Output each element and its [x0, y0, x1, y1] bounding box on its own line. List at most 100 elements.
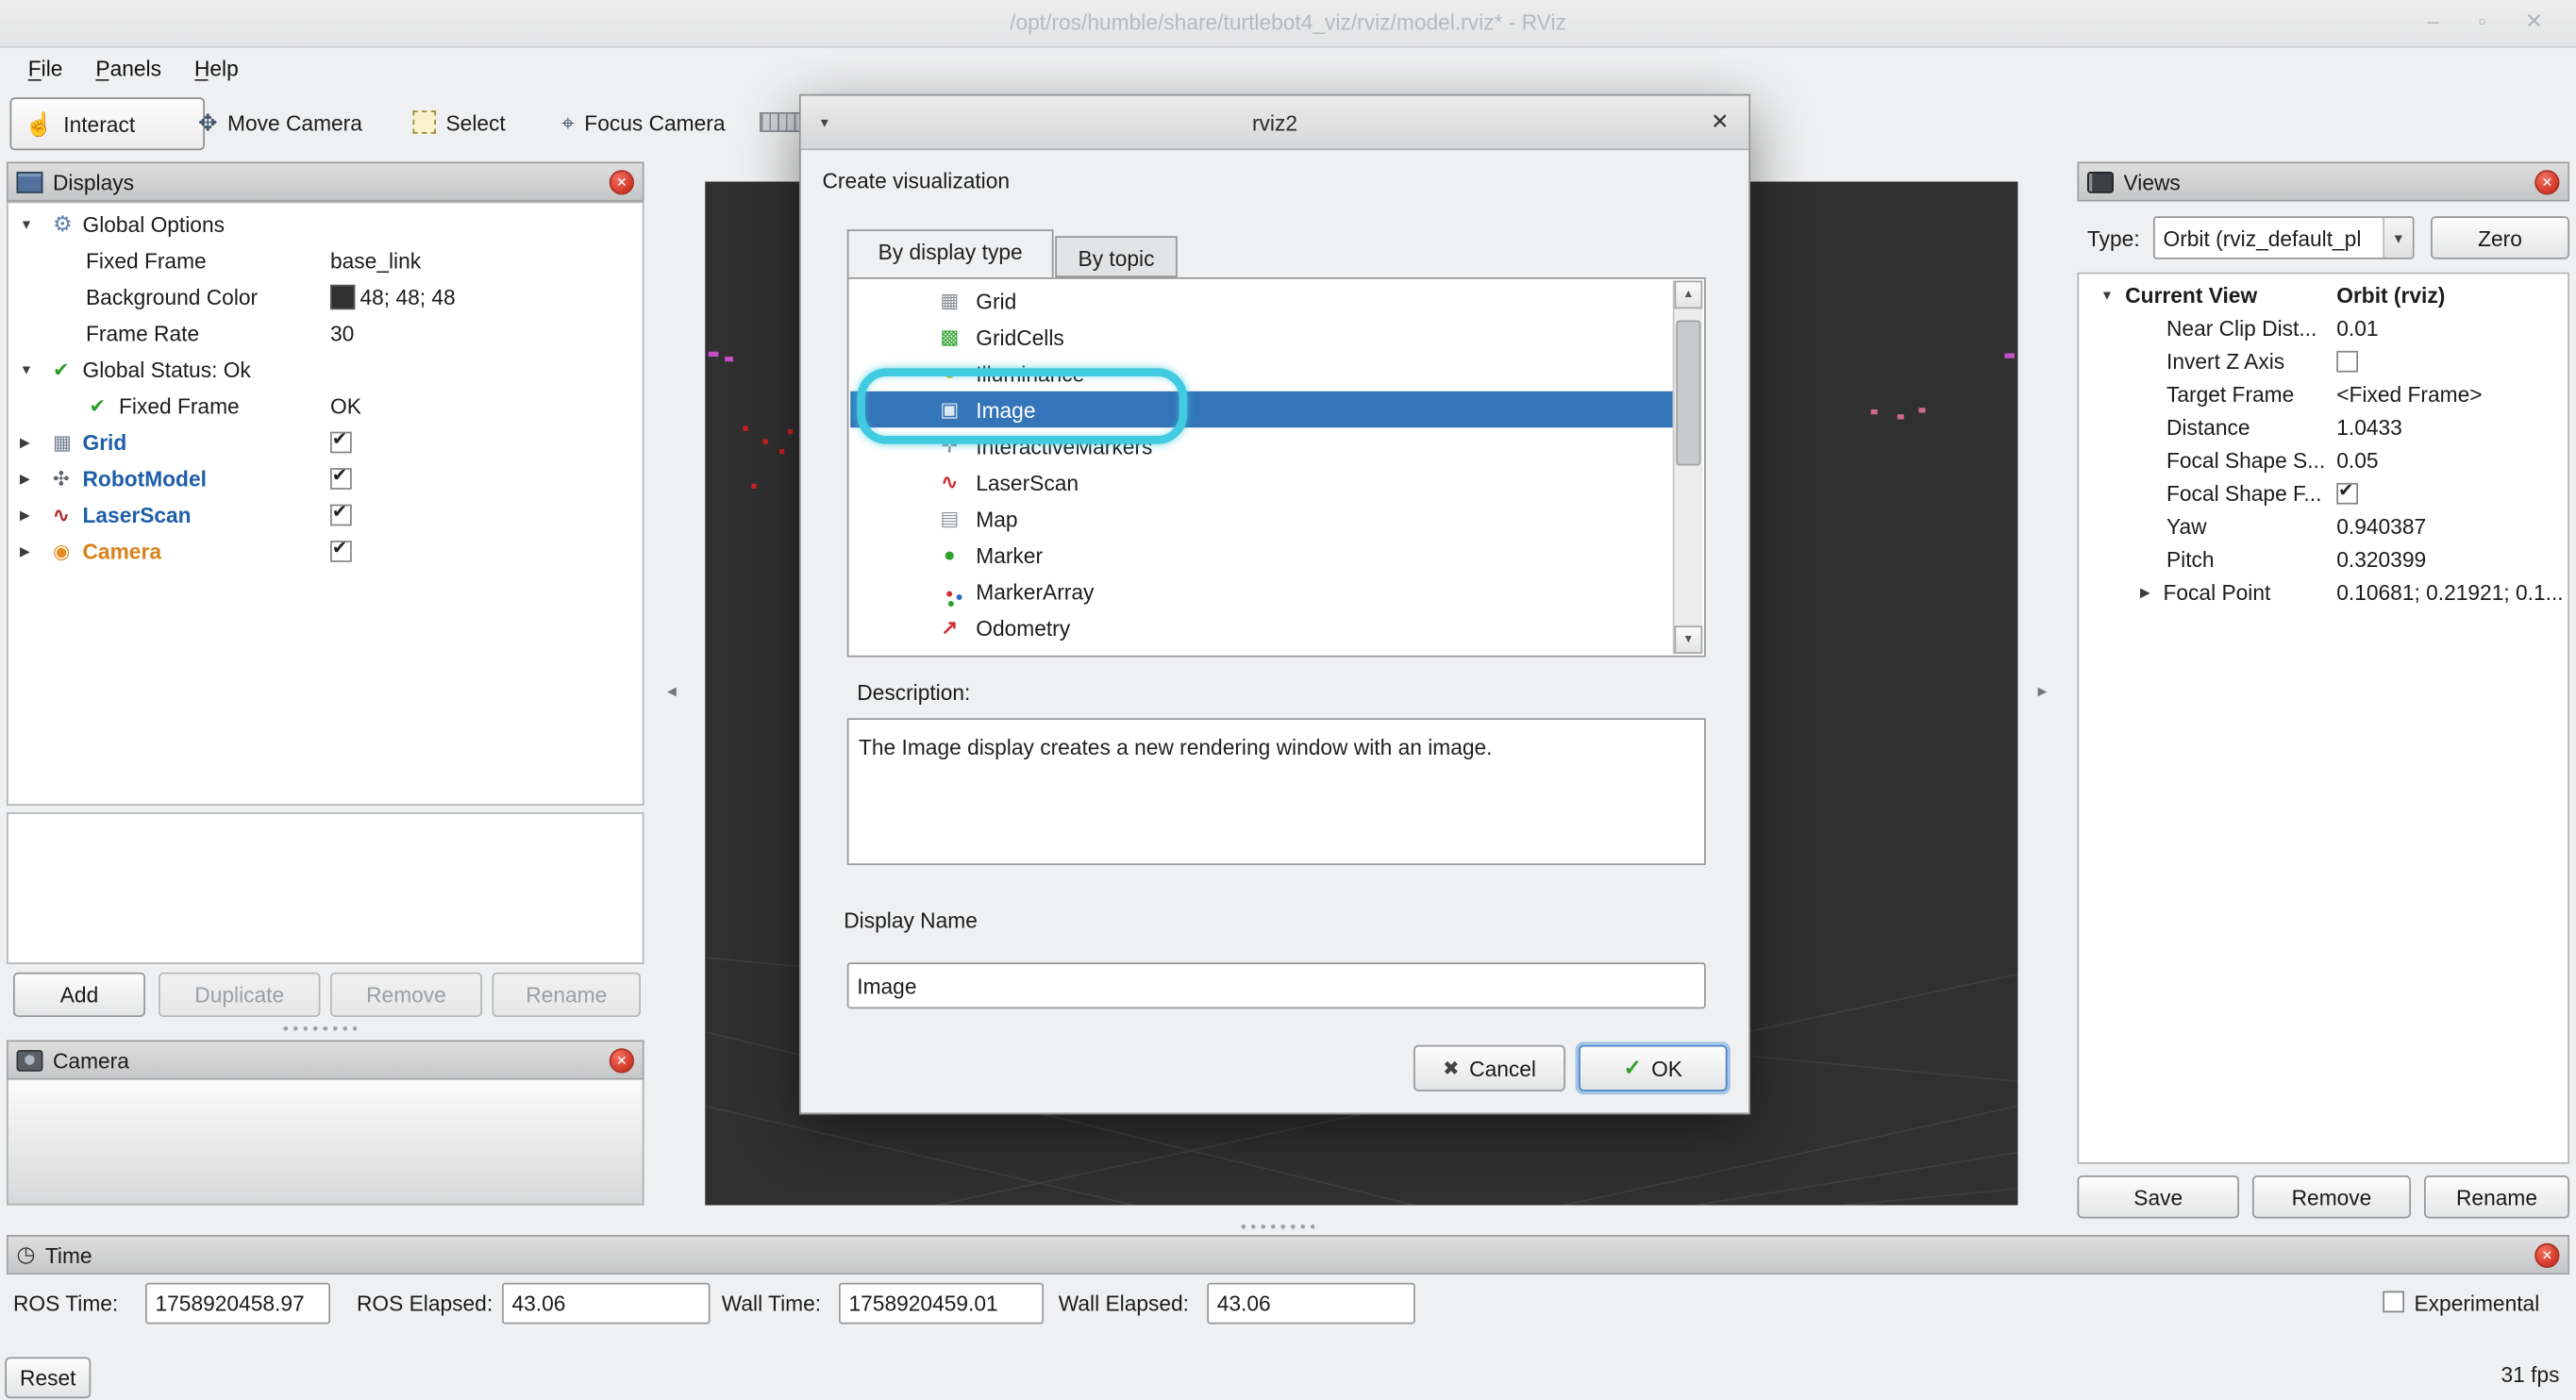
list-item-grid[interactable]: Grid: [850, 282, 1673, 319]
menu-panels[interactable]: Panels: [84, 50, 173, 85]
tree-row-fixed-frame[interactable]: Fixed Frame base_link: [10, 242, 642, 279]
list-item-markerarray[interactable]: MarkerArray: [850, 573, 1673, 609]
camera-panel-header[interactable]: Camera ✕: [7, 1041, 644, 1080]
list-item-gridcells[interactable]: GridCells: [850, 319, 1673, 356]
scrollbar-thumb[interactable]: [1676, 321, 1700, 466]
list-item-image[interactable]: Image: [850, 392, 1673, 428]
tree-row-status-fixed-frame[interactable]: Fixed Frame OK: [10, 388, 642, 425]
list-item-marker[interactable]: Marker: [850, 537, 1673, 574]
tree-row-robotmodel[interactable]: ▶ RobotModel: [10, 460, 642, 497]
view-row-focal-shape-size[interactable]: Focal Shape S... 0.05: [2081, 444, 2567, 477]
view-value[interactable]: <Fixed Frame>: [2336, 382, 2482, 407]
right-splitter-collapse-arrow[interactable]: ▸: [2038, 680, 2048, 702]
interact-tool-button[interactable]: ☝ Interact: [10, 97, 206, 150]
view-value[interactable]: 0.10681; 0.21921; 0.1...: [2336, 580, 2563, 605]
list-item-path[interactable]: Path: [850, 645, 1673, 657]
list-item-interactivemarkers[interactable]: InteractiveMarkers: [850, 427, 1673, 464]
grid-enabled-checkbox[interactable]: [330, 432, 352, 454]
laserscan-enabled-checkbox[interactable]: [330, 505, 352, 526]
collapse-arrow-icon[interactable]: ▼: [2100, 288, 2114, 303]
dialog-close-icon[interactable]: ✕: [1711, 109, 1729, 136]
focal-shape-fixed-checkbox[interactable]: [2336, 483, 2358, 505]
rename-view-button[interactable]: Rename: [2424, 1175, 2569, 1219]
view-value[interactable]: 0.940387: [2336, 514, 2426, 539]
robotmodel-enabled-checkbox[interactable]: [330, 468, 352, 490]
view-value[interactable]: 0.01: [2336, 316, 2378, 341]
tree-row-laserscan[interactable]: ▶ LaserScan: [10, 497, 642, 534]
scroll-up-icon[interactable]: ▲: [1675, 281, 1703, 309]
list-item-illuminance[interactable]: Illuminance: [850, 355, 1673, 392]
rename-display-button[interactable]: Rename: [493, 973, 642, 1017]
tree-row-global-status[interactable]: ▼ Global Status: Ok: [10, 352, 642, 389]
display-name-input[interactable]: [847, 962, 1706, 1008]
menu-file[interactable]: File: [17, 50, 75, 85]
displays-close-button[interactable]: ✕: [610, 169, 634, 193]
collapse-arrow-icon[interactable]: ▼: [20, 362, 33, 377]
experimental-checkbox[interactable]: [2383, 1292, 2404, 1313]
expand-arrow-icon[interactable]: ▶: [20, 508, 30, 523]
tab-by-topic[interactable]: By topic: [1055, 236, 1178, 277]
view-row-target-frame[interactable]: Target Frame <Fixed Frame>: [2081, 378, 2567, 411]
view-row-pitch[interactable]: Pitch 0.320399: [2081, 543, 2567, 576]
tree-row-grid[interactable]: ▶ Grid: [10, 425, 642, 461]
view-type-dropdown[interactable]: Orbit (rviz_default_pl ▼: [2153, 216, 2415, 259]
reset-button[interactable]: Reset: [5, 1358, 91, 1399]
tab-by-display-type[interactable]: By display type: [847, 229, 1054, 277]
window-titlebar[interactable]: /opt/ros/humble/share/turtlebot4_viz/rvi…: [0, 0, 2576, 48]
color-swatch[interactable]: [330, 285, 355, 309]
view-value[interactable]: 1.0433: [2336, 415, 2402, 440]
cancel-button[interactable]: ✖ Cancel: [1413, 1045, 1565, 1092]
ok-button[interactable]: ✓ OK: [1579, 1045, 1728, 1092]
collapse-arrow-icon[interactable]: ▼: [20, 217, 33, 232]
duplicate-display-button[interactable]: Duplicate: [159, 973, 321, 1017]
remove-view-button[interactable]: Remove: [2252, 1175, 2411, 1219]
tree-value[interactable]: 30: [330, 321, 354, 345]
left-splitter-collapse-arrow[interactable]: ◂: [667, 680, 677, 702]
dialog-titlebar[interactable]: ▾ rviz2 ✕: [801, 96, 1749, 151]
remove-display-button[interactable]: Remove: [330, 973, 482, 1017]
wall-time-input[interactable]: [839, 1283, 1044, 1325]
tree-row-camera[interactable]: ▶ Camera: [10, 533, 642, 570]
list-item-laserscan[interactable]: LaserScan: [850, 464, 1673, 501]
save-view-button[interactable]: Save: [2078, 1175, 2240, 1219]
view-row-distance[interactable]: Distance 1.0433: [2081, 411, 2567, 444]
tree-value[interactable]: 48; 48; 48: [360, 285, 456, 309]
invert-z-checkbox[interactable]: [2336, 351, 2358, 373]
zero-button[interactable]: Zero: [2431, 216, 2569, 259]
expand-arrow-icon[interactable]: ▶: [20, 472, 30, 487]
list-item-map[interactable]: Map: [850, 500, 1673, 537]
views-panel-header[interactable]: Views ✕: [2078, 162, 2570, 202]
list-item-odometry[interactable]: Odometry: [850, 609, 1673, 646]
expand-arrow-icon[interactable]: ▶: [20, 435, 30, 450]
tree-row-background-color[interactable]: Background Color 48; 48; 48: [10, 279, 642, 316]
time-panel-header[interactable]: ◷ Time ✕: [7, 1235, 2569, 1275]
time-close-button[interactable]: ✕: [2534, 1242, 2559, 1267]
wall-elapsed-input[interactable]: [1207, 1283, 1415, 1325]
list-scrollbar[interactable]: ▲ ▼: [1673, 281, 1703, 655]
window-controls[interactable]: – ▫ ✕: [2428, 8, 2560, 35]
focus-camera-tool-button[interactable]: ⌖ Focus Camera: [548, 97, 760, 147]
camera-enabled-checkbox[interactable]: [330, 541, 352, 562]
view-value[interactable]: 0.320399: [2336, 547, 2426, 572]
tree-row-global-options[interactable]: ▼ Global Options: [10, 207, 642, 243]
tree-row-frame-rate[interactable]: Frame Rate 30: [10, 315, 642, 352]
camera-close-button[interactable]: ✕: [610, 1047, 634, 1072]
view-value[interactable]: 0.05: [2336, 448, 2378, 473]
menu-help[interactable]: Help: [183, 50, 250, 85]
tree-value[interactable]: base_link: [330, 248, 421, 273]
expand-arrow-icon[interactable]: ▶: [2140, 585, 2150, 600]
view-row-invert-z[interactable]: Invert Z Axis: [2081, 345, 2567, 378]
add-display-button[interactable]: Add: [13, 973, 145, 1017]
displays-panel-header[interactable]: Displays ✕: [7, 162, 644, 202]
view-row-focal-shape-fixed[interactable]: Focal Shape F...: [2081, 477, 2567, 510]
view-row-focal-point[interactable]: ▶ Focal Point 0.10681; 0.21921; 0.1...: [2081, 576, 2567, 609]
window-menu-icon[interactable]: ▾: [821, 113, 828, 131]
viewport-splitter-handle[interactable]: [1239, 1224, 1315, 1230]
scroll-down-icon[interactable]: ▼: [1675, 625, 1703, 654]
expand-arrow-icon[interactable]: ▶: [20, 544, 30, 559]
ros-time-input[interactable]: [145, 1283, 330, 1325]
move-camera-tool-button[interactable]: ✥ Move Camera: [185, 97, 396, 147]
view-row-yaw[interactable]: Yaw 0.940387: [2081, 510, 2567, 543]
views-close-button[interactable]: ✕: [2534, 169, 2559, 193]
view-row-current-view[interactable]: ▼ Current View Orbit (rviz): [2081, 279, 2567, 312]
